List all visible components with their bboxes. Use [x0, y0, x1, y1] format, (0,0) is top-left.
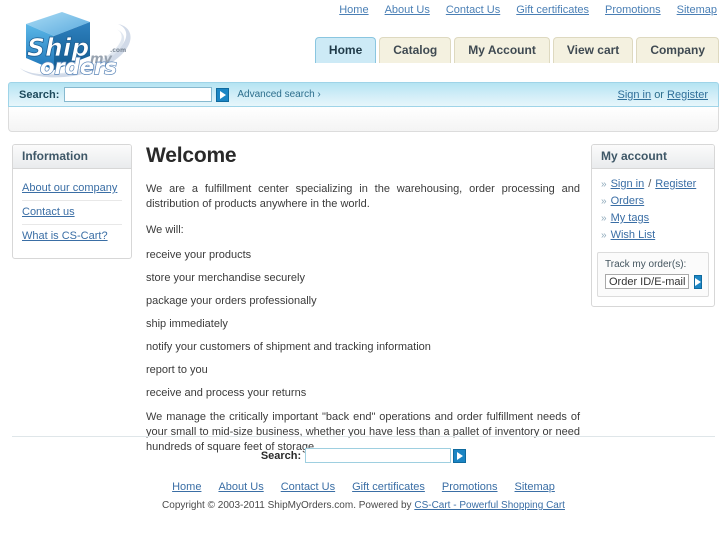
- list-item: receive and process your returns: [146, 387, 307, 399]
- my-account-box: My account » Sign in / Register » Orders…: [591, 144, 715, 307]
- sidebar-item-contact-us[interactable]: Contact us: [22, 201, 122, 225]
- account-item-sign-in-register: » Sign in / Register: [592, 176, 714, 193]
- list-item: ship immediately: [146, 318, 228, 330]
- utility-nav-link-home[interactable]: Home: [339, 4, 368, 16]
- list-item: receive your products: [146, 249, 252, 261]
- my-account-box-title: My account: [592, 145, 714, 169]
- account-link-sign-in[interactable]: Sign in: [611, 178, 645, 190]
- footer-link-home[interactable]: Home: [172, 481, 201, 493]
- chevron-right-icon: »: [601, 179, 607, 190]
- arrow-right-icon: [219, 90, 226, 99]
- chevron-right-icon: »: [601, 196, 607, 207]
- auth-links: Sign in or Register: [617, 89, 708, 101]
- track-order-input[interactable]: [605, 274, 689, 289]
- footer-nav: Home About Us Contact Us Gift certificat…: [0, 481, 727, 493]
- cs-cart-link[interactable]: CS-Cart - Powerful Shopping Cart: [414, 500, 565, 511]
- arrow-right-icon: [456, 451, 463, 460]
- primary-nav-tabs: Home Catalog My Account View cart Compan…: [314, 37, 719, 63]
- svg-text:orders: orders: [40, 55, 117, 78]
- tab-company[interactable]: Company: [636, 37, 719, 63]
- track-order-submit-button[interactable]: [694, 274, 702, 289]
- account-link-register[interactable]: Register: [655, 178, 696, 190]
- account-link-my-tags[interactable]: My tags: [611, 212, 650, 224]
- breadcrumb-bar: [8, 107, 719, 132]
- copyright-text: Copyright © 2003-2011 ShipMyOrders.com. …: [162, 500, 415, 511]
- tab-catalog[interactable]: Catalog: [379, 37, 452, 63]
- main-content: Welcome We are a fulfillment center spec…: [146, 144, 580, 466]
- account-item-orders: » Orders: [592, 193, 714, 210]
- footer-search: Search:: [0, 448, 727, 463]
- svg-text:.com: .com: [110, 47, 126, 54]
- sidebar-item-what-is-cs-cart[interactable]: What is CS-Cart?: [22, 225, 122, 248]
- sign-in-link[interactable]: Sign in: [617, 89, 651, 101]
- sidebar-right: My account » Sign in / Register » Orders…: [591, 144, 715, 307]
- footer-link-gift-certificates[interactable]: Gift certificates: [352, 481, 425, 493]
- information-box-body: About our company Contact us What is CS-…: [13, 169, 131, 258]
- search-submit-button[interactable]: [216, 87, 230, 102]
- we-will-label: We will:: [146, 224, 184, 236]
- site-logo[interactable]: Ship my .com orders: [6, 6, 138, 78]
- tab-my-account[interactable]: My Account: [454, 37, 550, 63]
- search-bar: Search: Advanced search › Sign in or Reg…: [8, 82, 719, 107]
- my-account-box-body: » Sign in / Register » Orders » My tags …: [592, 169, 714, 306]
- arrow-right-icon: [695, 277, 701, 286]
- page-title: Welcome: [146, 144, 237, 167]
- list-item: notify your customers of shipment and tr…: [146, 341, 431, 353]
- footer-link-sitemap[interactable]: Sitemap: [515, 481, 555, 493]
- footer-search-input[interactable]: [305, 448, 452, 463]
- utility-nav-link-gift-certificates[interactable]: Gift certificates: [516, 4, 589, 16]
- account-item-my-tags: » My tags: [592, 210, 714, 227]
- footer-link-promotions[interactable]: Promotions: [442, 481, 498, 493]
- search-label: Search:: [19, 88, 60, 101]
- utility-nav-link-about-us[interactable]: About Us: [385, 4, 430, 16]
- sidebar-item-about-our-company[interactable]: About our company: [22, 177, 122, 201]
- auth-separator: or: [654, 88, 664, 101]
- utility-nav: Home About Us Contact Us Gift certificat…: [339, 4, 717, 16]
- utility-nav-link-contact-us[interactable]: Contact Us: [446, 4, 500, 16]
- account-link-wish-list[interactable]: Wish List: [611, 229, 656, 241]
- account-link-orders[interactable]: Orders: [611, 195, 645, 207]
- footer-search-label: Search:: [260, 449, 302, 462]
- utility-nav-link-sitemap[interactable]: Sitemap: [677, 4, 717, 16]
- information-box: Information About our company Contact us…: [12, 144, 132, 259]
- advanced-search-link[interactable]: Advanced search ›: [237, 89, 320, 100]
- chevron-right-icon: »: [601, 213, 607, 224]
- page-root: Ship my .com orders Home About Us Contac…: [0, 0, 727, 545]
- list-item: report to you: [146, 364, 208, 376]
- footer-link-about-us[interactable]: About Us: [218, 481, 263, 493]
- tab-home[interactable]: Home: [314, 37, 377, 63]
- sidebar-left: Information About our company Contact us…: [12, 144, 132, 259]
- track-order-row: [605, 274, 702, 289]
- track-order-label: Track my order(s):: [605, 259, 687, 270]
- utility-nav-link-promotions[interactable]: Promotions: [605, 4, 661, 16]
- search-input[interactable]: [64, 87, 213, 102]
- list-item: store your merchandise securely: [146, 272, 305, 284]
- chevron-right-icon: »: [601, 230, 607, 241]
- footer-divider: [12, 436, 715, 437]
- track-order-panel: Track my order(s):: [597, 252, 709, 297]
- list-item: package your orders professionally: [146, 295, 317, 307]
- copyright-line: Copyright © 2003-2011 ShipMyOrders.com. …: [0, 500, 727, 511]
- footer-search-submit-button[interactable]: [453, 448, 467, 463]
- footer-link-contact-us[interactable]: Contact Us: [281, 481, 335, 493]
- intro-paragraph: We are a fulfillment center specializing…: [146, 183, 580, 210]
- account-link-separator: /: [648, 178, 652, 190]
- information-box-title: Information: [13, 145, 131, 169]
- register-link[interactable]: Register: [667, 89, 708, 101]
- logo-graphic: Ship my .com orders: [20, 12, 131, 78]
- account-item-wish-list: » Wish List: [592, 227, 714, 244]
- tab-view-cart[interactable]: View cart: [552, 37, 634, 63]
